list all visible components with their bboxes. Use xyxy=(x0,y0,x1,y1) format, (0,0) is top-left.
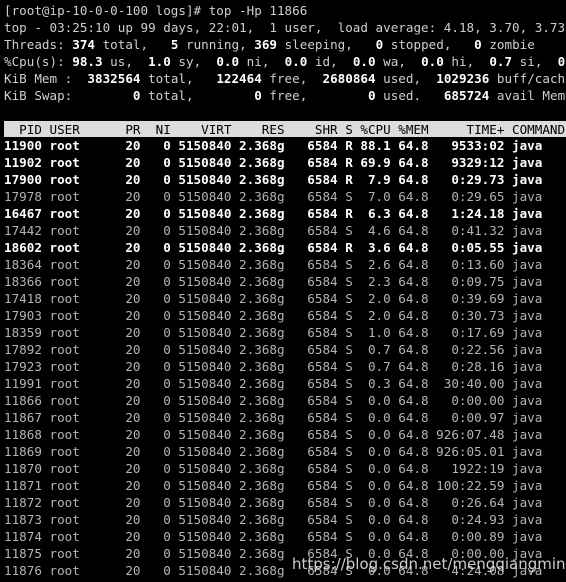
table-row[interactable]: 17978 root 20 0 5150840 2.368g 6584 S 7.… xyxy=(4,188,566,205)
value-bold: 0.0 xyxy=(216,54,240,69)
value-bold: 0 xyxy=(254,88,262,103)
value-bold: 3832564 xyxy=(87,71,141,86)
value-bold: 685724 xyxy=(443,88,490,103)
value-bold: 369 xyxy=(254,37,277,52)
value-bold: 2680864 xyxy=(322,71,376,86)
table-row[interactable]: 17900 root 20 0 5150840 2.368g 6584 R 7.… xyxy=(4,171,566,188)
table-row[interactable]: 17442 root 20 0 5150840 2.368g 6584 S 4.… xyxy=(4,222,566,239)
label-text: used, xyxy=(375,71,437,86)
table-column-header: PID USER PR NI VIRT RES SHR S %CPU %MEM … xyxy=(4,121,566,137)
label-text: up 99 days, 22:01, 1 user, load average:… xyxy=(110,20,566,35)
label-text: stopped, xyxy=(383,37,475,52)
table-row[interactable]: 11872 root 20 0 5150840 2.368g 6584 S 0.… xyxy=(4,494,566,511)
value-bold: 0 xyxy=(367,88,376,103)
mem-line: KiB Mem : 3832564 total, 122464 free, 26… xyxy=(4,70,566,87)
value-bold: 1.0 xyxy=(148,54,171,69)
table-row[interactable]: 18364 root 20 0 5150840 2.368g 6584 S 2.… xyxy=(4,256,566,273)
cpu-line: %Cpu(s): 98.3 us, 1.0 sy, 0.0 ni, 0.0 id… xyxy=(4,53,566,70)
label-text: top - xyxy=(4,20,50,35)
value-bold: 374 xyxy=(72,37,95,52)
value-bold: 0.0 xyxy=(421,54,444,69)
label-text: free, xyxy=(261,88,368,103)
value-bold: 0.0 xyxy=(284,54,308,69)
value-bold: 0.7 xyxy=(489,54,513,69)
label-text: zombie xyxy=(481,37,535,52)
cpu-text: %Cpu(s): 98.3 us, 1.0 sy, 0.0 ni, 0.0 id… xyxy=(4,54,566,69)
uptime-line: top - 03:25:10 up 99 days, 22:01, 1 user… xyxy=(4,19,566,36)
table-row[interactable]: 11902 root 20 0 5150840 2.368g 6584 R 69… xyxy=(4,154,566,171)
table-row[interactable]: 11900 root 20 0 5150840 2.368g 6584 R 88… xyxy=(4,137,566,154)
label-text: us, xyxy=(102,54,149,69)
label-text: 03:25:10 xyxy=(49,20,111,35)
label-text: running, xyxy=(178,37,255,52)
table-row[interactable]: 17892 root 20 0 5150840 2.368g 6584 S 0.… xyxy=(4,341,566,358)
label-text: wa, xyxy=(375,54,422,69)
label-text: sleeping, xyxy=(277,37,376,52)
uptime-text: top - 03:25:10 up 99 days, 22:01, 1 user… xyxy=(4,20,565,35)
label-text: sy, xyxy=(170,54,217,69)
table-row[interactable]: 11991 root 20 0 5150840 2.368g 6584 S 0.… xyxy=(4,375,566,392)
value-bold: 0.0 xyxy=(352,54,376,69)
table-row[interactable]: 11866 root 20 0 5150840 2.368g 6584 S 0.… xyxy=(4,392,566,409)
table-row[interactable]: 17903 root 20 0 5150840 2.368g 6584 S 2.… xyxy=(4,307,566,324)
table-row[interactable]: 11875 root 20 0 5150840 2.368g 6584 S 0.… xyxy=(4,545,566,562)
label-text: %Cpu(s): xyxy=(4,54,73,69)
swap-text: KiB Swap: 0 total, 0 free, 0 used. 68572… xyxy=(4,88,565,103)
threads-text: Threads: 374 total, 5 running, 369 sleep… xyxy=(4,37,535,52)
label-text: free, xyxy=(261,71,323,86)
label-text: total, xyxy=(140,88,255,103)
table-row[interactable]: 11867 root 20 0 5150840 2.368g 6584 S 0.… xyxy=(4,409,566,426)
label-text: ni, xyxy=(239,54,285,69)
label-text: KiB Swap: xyxy=(4,88,133,103)
value-bold: 98.3 xyxy=(72,54,103,69)
label-text: avail Mem xyxy=(489,88,566,103)
value-bold: 0 xyxy=(474,37,482,52)
label-text: Threads: xyxy=(4,37,73,52)
table-row[interactable]: 17418 root 20 0 5150840 2.368g 6584 S 2.… xyxy=(4,290,566,307)
value-bold: 122464 xyxy=(216,71,262,86)
label-text: id, xyxy=(307,54,353,69)
table-row[interactable]: 11868 root 20 0 5150840 2.368g 6584 S 0.… xyxy=(4,426,566,443)
table-row[interactable]: 11870 root 20 0 5150840 2.368g 6584 S 0.… xyxy=(4,460,566,477)
value-bold: 1029236 xyxy=(436,71,490,86)
swap-line: KiB Swap: 0 total, 0 free, 0 used. 68572… xyxy=(4,87,566,104)
terminal-window[interactable]: [root@ip-10-0-0-100 logs]# top -Hp 11866… xyxy=(0,0,566,582)
label-text: buff/cache xyxy=(489,71,566,86)
table-row[interactable]: 11869 root 20 0 5150840 2.368g 6584 S 0.… xyxy=(4,443,566,460)
table-row[interactable]: 11874 root 20 0 5150840 2.368g 6584 S 0.… xyxy=(4,528,566,545)
value-bold: 0 xyxy=(132,88,141,103)
label-text: total, xyxy=(140,71,217,86)
table-row[interactable]: 18602 root 20 0 5150840 2.368g 6584 R 3.… xyxy=(4,239,566,256)
table-row[interactable]: 11876 root 20 0 5150840 2.368g 6584 S 0.… xyxy=(4,562,566,579)
label-text: KiB Mem : xyxy=(4,71,88,86)
table-row[interactable]: 16467 root 20 0 5150840 2.368g 6584 R 6.… xyxy=(4,205,566,222)
process-list[interactable]: 11900 root 20 0 5150840 2.368g 6584 R 88… xyxy=(0,137,566,582)
label-text: hi, xyxy=(443,54,490,69)
label-text: used. xyxy=(375,88,444,103)
prompt-line: [root@ip-10-0-0-100 logs]# top -Hp 11866 xyxy=(4,3,308,18)
mem-text: KiB Mem : 3832564 total, 122464 free, 26… xyxy=(4,71,566,86)
summary-area: [root@ip-10-0-0-100 logs]# top -Hp 11866… xyxy=(0,0,566,104)
table-row[interactable]: 18366 root 20 0 5150840 2.368g 6584 S 2.… xyxy=(4,273,566,290)
table-row[interactable]: 11873 root 20 0 5150840 2.368g 6584 S 0.… xyxy=(4,511,566,528)
table-row[interactable]: 18359 root 20 0 5150840 2.368g 6584 S 1.… xyxy=(4,324,566,341)
label-text: total, xyxy=(95,37,171,52)
label-text: si, xyxy=(512,54,558,69)
threads-line: Threads: 374 total, 5 running, 369 sleep… xyxy=(4,36,566,53)
table-row[interactable]: 11871 root 20 0 5150840 2.368g 6584 S 0.… xyxy=(4,477,566,494)
table-row[interactable]: 17923 root 20 0 5150840 2.368g 6584 S 0.… xyxy=(4,358,566,375)
value-bold: 0.0 xyxy=(557,54,566,69)
